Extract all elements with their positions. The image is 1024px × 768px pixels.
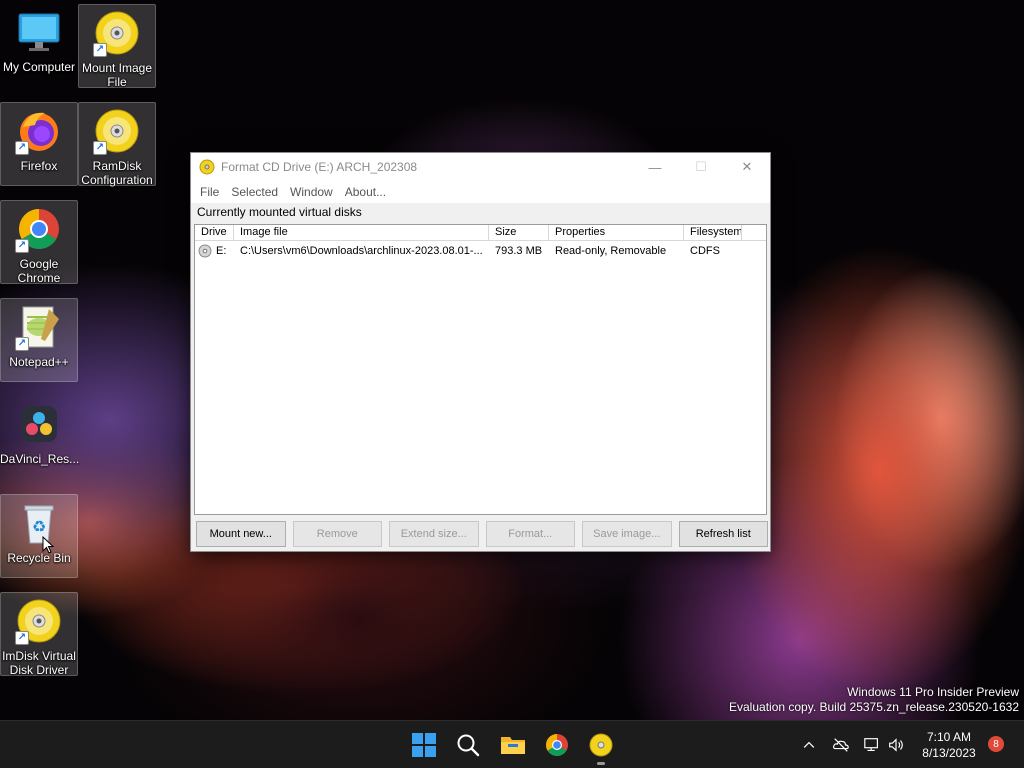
- cd-disc-icon: [589, 733, 613, 757]
- shortcut-arrow-icon: ↗: [15, 631, 29, 645]
- list-caption: Currently mounted virtual disks: [197, 205, 362, 219]
- close-button[interactable]: ✕: [724, 153, 770, 181]
- column-header-filesystem[interactable]: Filesystem: [684, 225, 742, 240]
- shortcut-arrow-icon: ↗: [15, 239, 29, 253]
- desktop-icon-label: Firefox: [20, 159, 58, 173]
- desktop-icon-label: Recycle Bin: [7, 551, 71, 565]
- desktop-icon-label: Notepad++: [9, 355, 69, 369]
- extend-size-button[interactable]: Extend size...: [389, 521, 479, 547]
- start-button[interactable]: [410, 731, 438, 759]
- taskbar-imdisk[interactable]: [587, 731, 615, 759]
- firefox-icon: ↗: [15, 107, 63, 155]
- taskbar-clock[interactable]: 7:10 AM 8/13/2023: [910, 729, 988, 761]
- volume-icon[interactable]: [886, 735, 906, 755]
- desktop-icon-mount-image-file[interactable]: ↗ Mount Image File: [78, 4, 156, 89]
- menu-window[interactable]: Window: [284, 185, 339, 199]
- cd-disc-icon: ↗: [15, 597, 63, 645]
- desktop-icon-label: My Computer: [2, 60, 76, 74]
- chrome-icon: [546, 734, 568, 756]
- cd-drive-icon: [198, 244, 212, 258]
- notification-badge[interactable]: 8: [988, 736, 1004, 752]
- mouse-cursor-icon: [42, 536, 54, 554]
- monitor-icon: [15, 8, 63, 56]
- minimize-button[interactable]: —: [632, 153, 678, 181]
- cd-disc-icon: ↗: [93, 107, 141, 155]
- column-header-properties[interactable]: Properties: [549, 225, 684, 240]
- column-header-drive[interactable]: Drive: [195, 225, 234, 240]
- svg-text:♻: ♻: [32, 517, 46, 536]
- davinci-resolve-icon: [15, 400, 63, 448]
- recycle-bin-icon: ♻: [15, 499, 63, 547]
- button-bar: Mount new... Remove Extend size... Forma…: [196, 521, 768, 547]
- maximize-button[interactable]: ☐: [678, 153, 724, 181]
- mount-new-button[interactable]: Mount new...: [196, 521, 286, 547]
- cd-disc-icon: [199, 159, 215, 175]
- list-header: Drive Image file Size Properties Filesys…: [195, 225, 766, 241]
- desktop-icon-firefox[interactable]: ↗ Firefox: [0, 102, 78, 186]
- column-header-size[interactable]: Size: [489, 225, 549, 240]
- desktop-icon-davinci-resolve[interactable]: DaVinci_Res...: [0, 396, 80, 480]
- watermark-line-2: Evaluation copy. Build 25375.zn_release.…: [729, 700, 1019, 714]
- format-button[interactable]: Format...: [485, 521, 575, 547]
- desktop-icon-notepad-plus-plus[interactable]: ↗ Notepad++: [0, 298, 78, 382]
- notepad-icon: ↗: [15, 303, 63, 351]
- cell-drive: E:: [216, 245, 227, 257]
- search-button[interactable]: [454, 731, 482, 759]
- cd-disc-icon: ↗: [93, 9, 141, 57]
- menu-bar: File Selected Window About...: [191, 181, 770, 203]
- desktop-icon-label: Mount Image File: [81, 61, 153, 89]
- onedrive-offline-icon[interactable]: [831, 735, 851, 755]
- menu-about[interactable]: About...: [339, 185, 392, 199]
- table-row[interactable]: E: C:\Users\vm6\Downloads\archlinux-2023…: [195, 241, 766, 261]
- network-icon[interactable]: [862, 735, 882, 755]
- shortcut-arrow-icon: ↗: [15, 337, 29, 351]
- cell-filesystem: CDFS: [690, 245, 720, 257]
- running-indicator: [597, 762, 605, 765]
- desktop-icon-google-chrome[interactable]: ↗ Google Chrome: [0, 200, 78, 285]
- watermark-line-1: Windows 11 Pro Insider Preview: [847, 685, 1019, 699]
- menu-file[interactable]: File: [194, 185, 225, 199]
- desktop-icon-my-computer[interactable]: My Computer: [0, 4, 78, 88]
- mounted-disks-list[interactable]: Drive Image file Size Properties Filesys…: [194, 224, 767, 515]
- search-icon: [457, 734, 480, 757]
- desktop-icon-label: RamDisk Configuration: [81, 159, 153, 187]
- desktop-icon-ramdisk-configuration[interactable]: ↗ RamDisk Configuration: [78, 102, 156, 187]
- cell-size: 793.3 MB: [495, 245, 543, 257]
- cell-properties: Read-only, Removable: [555, 245, 667, 257]
- desktop-icon-label: DaVinci_Res...: [0, 452, 80, 466]
- window-title: Format CD Drive (E:) ARCH_202308: [221, 160, 418, 174]
- desktop-icon-recycle-bin[interactable]: ♻ Recycle Bin: [0, 494, 78, 578]
- clock-date: 8/13/2023: [922, 746, 976, 760]
- menu-selected[interactable]: Selected: [225, 185, 284, 199]
- windows-watermark: Windows 11 Pro Insider Preview Evaluatio…: [729, 685, 1019, 715]
- shortcut-arrow-icon: ↗: [93, 141, 107, 155]
- desktop-icon-label: ImDisk Virtual Disk Driver: [2, 649, 76, 677]
- clock-time: 7:10 AM: [926, 730, 972, 744]
- window-titlebar[interactable]: Format CD Drive (E:) ARCH_202308 — ☐ ✕: [191, 153, 770, 181]
- shortcut-arrow-icon: ↗: [15, 141, 29, 155]
- desktop-icon-label: Google Chrome: [17, 257, 61, 285]
- taskbar-file-explorer[interactable]: [499, 731, 527, 759]
- chrome-icon: ↗: [15, 205, 63, 253]
- folder-icon: [501, 737, 525, 754]
- windows-logo-icon: [412, 733, 436, 757]
- taskbar-chrome[interactable]: [543, 731, 571, 759]
- remove-button[interactable]: Remove: [292, 521, 382, 547]
- save-image-button[interactable]: Save image...: [582, 521, 672, 547]
- shortcut-arrow-icon: ↗: [93, 43, 107, 57]
- column-header-image-file[interactable]: Image file: [234, 225, 489, 240]
- refresh-list-button[interactable]: Refresh list: [678, 521, 768, 547]
- show-hidden-icons-chevron-up-icon[interactable]: [799, 735, 819, 755]
- cell-image-file: C:\Users\vm6\Downloads\archlinux-2023.08…: [240, 245, 483, 257]
- desktop-icon-imdisk-virtual-disk-driver[interactable]: ↗ ImDisk Virtual Disk Driver: [0, 592, 78, 677]
- imdisk-window: Format CD Drive (E:) ARCH_202308 — ☐ ✕ F…: [190, 152, 771, 552]
- taskbar: 7:10 AM 8/13/2023 8: [0, 720, 1024, 768]
